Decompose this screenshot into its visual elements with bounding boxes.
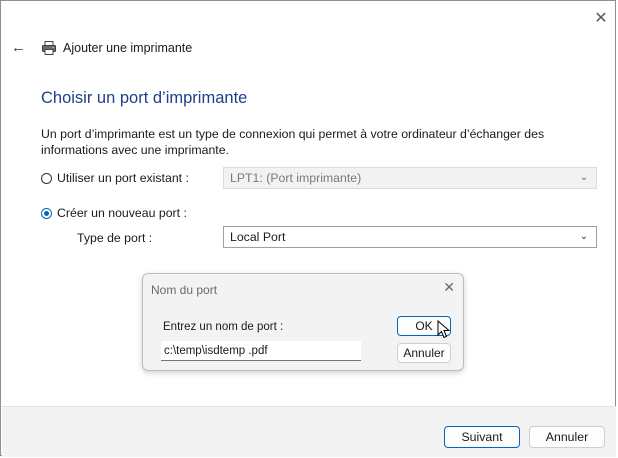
page-description: Un port d’imprimante est un type de conn… — [41, 127, 545, 157]
existing-port-label: Utiliser un port existant : — [57, 171, 189, 185]
new-port-label: Créer un nouveau port : — [57, 206, 187, 220]
existing-port-select: LPT1: (Port imprimante) ⌄ — [223, 167, 597, 189]
port-name-prompt: Entrez un nom de port : — [163, 321, 284, 333]
add-printer-window: ✕ ← Ajouter une imprimante Choisir un po… — [0, 0, 616, 457]
back-arrow-icon[interactable]: ← — [11, 40, 26, 55]
dialog-cancel-button[interactable]: Annuler — [397, 343, 451, 363]
mouse-cursor-icon — [437, 320, 451, 339]
dialog-title: Nom du port — [151, 283, 218, 297]
cancel-button[interactable]: Annuler — [529, 426, 605, 448]
new-port-option[interactable]: Créer un nouveau port : — [41, 206, 187, 220]
port-type-label: Type de port : — [77, 231, 153, 245]
window-close-button[interactable]: ✕ — [590, 9, 612, 29]
wizard-header: ← Ajouter une imprimante — [11, 38, 192, 58]
chevron-down-icon: ⌄ — [579, 172, 589, 183]
dialog-close-icon[interactable]: ✕ — [443, 279, 455, 296]
port-name-input[interactable] — [161, 341, 361, 361]
chevron-down-icon: ⌄ — [579, 231, 589, 242]
printer-icon — [42, 41, 56, 55]
new-port-radio[interactable] — [41, 207, 52, 219]
port-name-dialog: Nom du port ✕ Entrez un nom de port : OK… — [142, 273, 464, 371]
next-button[interactable]: Suivant — [444, 426, 520, 448]
port-type-select[interactable]: Local Port ⌄ — [223, 226, 597, 248]
existing-port-radio[interactable] — [41, 172, 52, 184]
page-title: Choisir un port d’imprimante — [41, 89, 248, 107]
existing-port-value: LPT1: (Port imprimante) — [230, 171, 362, 185]
port-type-value: Local Port — [230, 230, 286, 244]
wizard-footer: Suivant Annuler — [2, 406, 616, 457]
wizard-title: Ajouter une imprimante — [63, 41, 193, 55]
existing-port-option[interactable]: Utiliser un port existant : — [41, 171, 189, 185]
